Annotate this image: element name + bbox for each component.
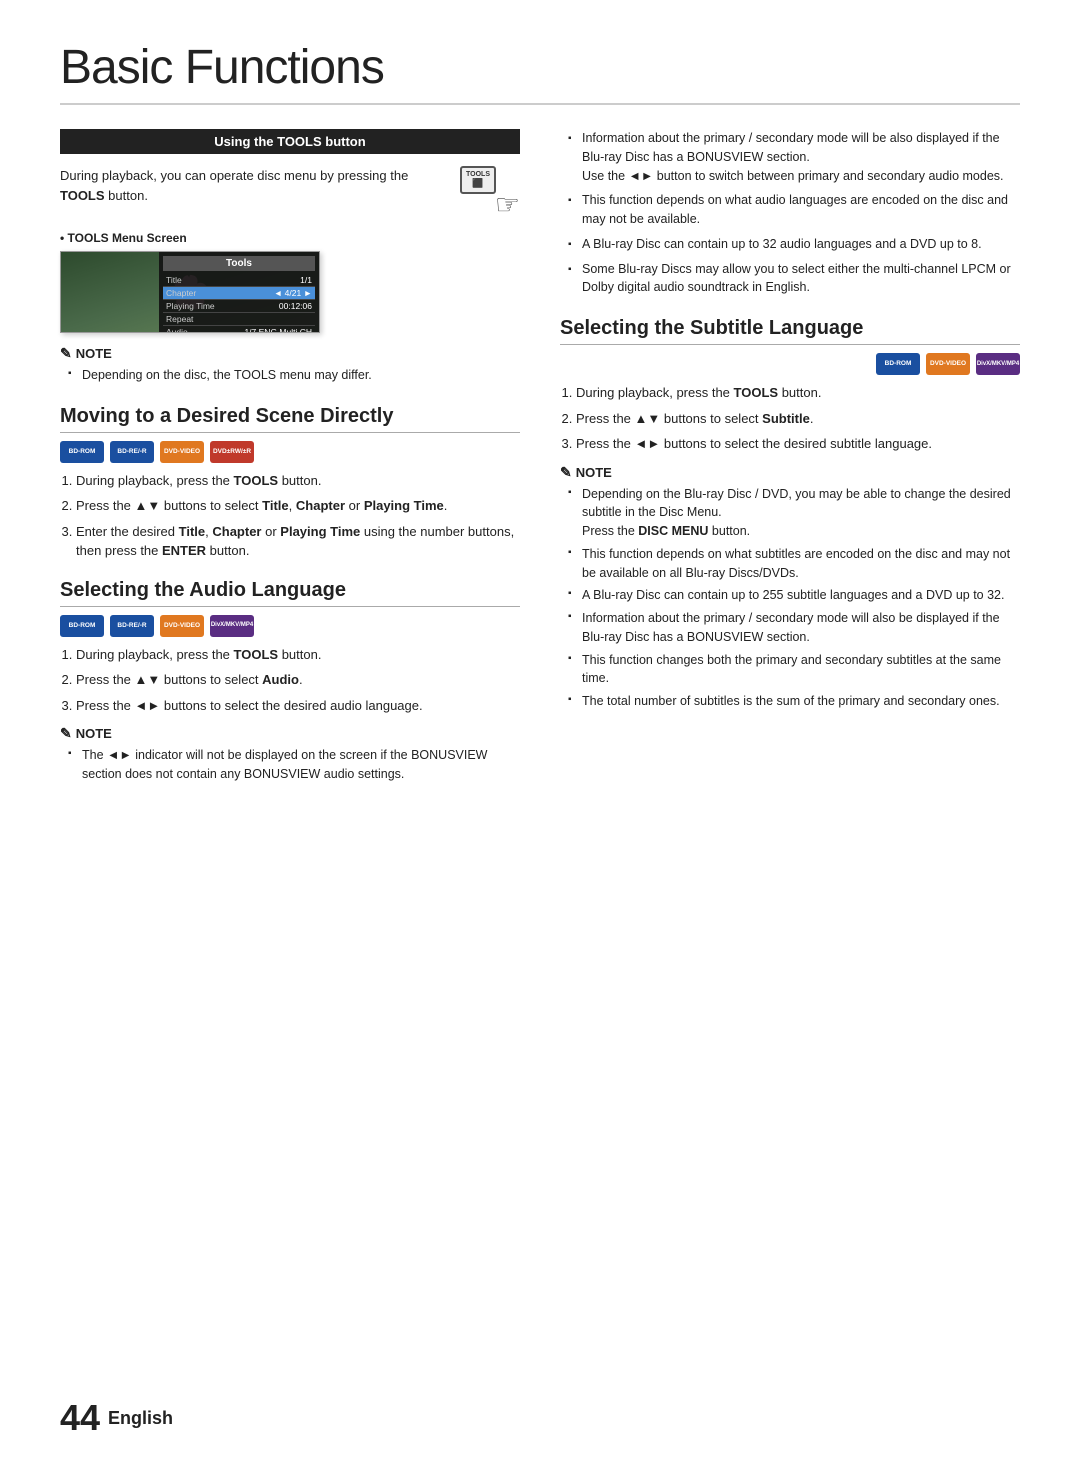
subtitle-disc-badges: BD-ROM DVD-VIDEO DivX/MKV/MP4	[560, 353, 1020, 375]
note3-list: Depending on the Blu-ray Disc / DVD, you…	[560, 485, 1020, 711]
tools-menu-label: • TOOLS Menu Screen	[60, 231, 520, 245]
pencil-icon-2: ✎	[60, 725, 72, 742]
tools-section-heading: Using the TOOLS button	[60, 129, 520, 154]
audio-steps: During playback, press the TOOLS button.…	[76, 645, 520, 716]
note3-item-6: The total number of subtitles is the sum…	[568, 692, 1020, 711]
audio-step-3: Press the ◄► buttons to select the desir…	[76, 696, 520, 716]
page-number-area: 44 English	[60, 1397, 173, 1439]
page-title: Basic Functions	[60, 40, 1020, 105]
note1-list: Depending on the disc, the TOOLS menu ma…	[60, 366, 520, 385]
audio-badge-divx: DivX/MKV/MP4	[210, 615, 254, 637]
page-number: 44	[60, 1397, 100, 1439]
subtitle-steps: During playback, press the TOOLS button.…	[576, 383, 1020, 454]
note2-list: The ◄► indicator will not be displayed o…	[60, 746, 520, 784]
subtitle-badge-bd-rom: BD-ROM	[876, 353, 920, 375]
note-audio: ✎ NOTE The ◄► indicator will not be disp…	[60, 725, 520, 784]
tools-menu-row-chapter: Chapter ◄ 4/21 ►	[163, 287, 315, 300]
moving-step-2: Press the ▲▼ buttons to select Title, Ch…	[76, 496, 520, 516]
note3-item-4: Information about the primary / secondar…	[568, 609, 1020, 647]
moving-section-title: Moving to a Desired Scene Directly	[60, 405, 520, 433]
moving-steps: During playback, press the TOOLS button.…	[76, 471, 520, 561]
audio-badge-bd-rom: BD-ROM	[60, 615, 104, 637]
right-column: Information about the primary / secondar…	[560, 129, 1020, 794]
subtitle-step-3: Press the ◄► buttons to select the desir…	[576, 434, 1020, 454]
tools-button-icon: TOOLS ⬛ ☞	[460, 166, 520, 221]
tools-menu-row-repeat: Repeat	[163, 313, 315, 326]
note1-header: ✎ NOTE	[60, 345, 520, 362]
tools-device-icon: TOOLS ⬛	[460, 166, 496, 194]
subtitle-step-1: During playback, press the TOOLS button.	[576, 383, 1020, 403]
tools-menu-row-title: Title 1/1	[163, 274, 315, 287]
tools-menu-background: 🌸 Tools Title 1/1 Chapter ◄ 4/21 ► Playi…	[61, 252, 319, 332]
tools-menu-overlay: Tools Title 1/1 Chapter ◄ 4/21 ► Playing…	[159, 252, 319, 333]
audio-disc-badges: BD-ROM BD-RE/-R DVD-VIDEO DivX/MKV/MP4	[60, 615, 520, 637]
audio-note-3: A Blu-ray Disc can contain up to 32 audi…	[568, 235, 1020, 254]
note3-item-5: This function changes both the primary a…	[568, 651, 1020, 689]
page-language: English	[108, 1408, 173, 1429]
note-tools-differ: ✎ NOTE Depending on the disc, the TOOLS …	[60, 345, 520, 385]
audio-note-4: Some Blu-ray Discs may allow you to sele…	[568, 260, 1020, 298]
subtitle-step-2: Press the ▲▼ buttons to select Subtitle.	[576, 409, 1020, 429]
audio-step-1: During playback, press the TOOLS button.	[76, 645, 520, 665]
badge-dvd-rw: DVD±RW/±R	[210, 441, 254, 463]
moving-step-1: During playback, press the TOOLS button.	[76, 471, 520, 491]
tools-menu-title: Tools	[163, 256, 315, 271]
tools-menu-screen: 🌸 Tools Title 1/1 Chapter ◄ 4/21 ► Playi…	[60, 251, 320, 333]
audio-badge-bd-rer: BD-RE/-R	[110, 615, 154, 637]
badge-bd-rer: BD-RE/-R	[110, 441, 154, 463]
note3-item-1: Depending on the Blu-ray Disc / DVD, you…	[568, 485, 1020, 541]
left-column: Using the TOOLS button During playback, …	[60, 129, 520, 794]
tools-menu-row-playtime: Playing Time 00:12:06	[163, 300, 315, 313]
note3-item-3: A Blu-ray Disc can contain up to 255 sub…	[568, 586, 1020, 605]
pencil-icon-3: ✎	[560, 464, 572, 481]
subtitle-badge-divx: DivX/MKV/MP4	[976, 353, 1020, 375]
pencil-icon: ✎	[60, 345, 72, 362]
audio-note-1: Information about the primary / secondar…	[568, 129, 1020, 185]
subtitle-badge-dvd-video: DVD-VIDEO	[926, 353, 970, 375]
audio-continuation-notes: Information about the primary / secondar…	[560, 129, 1020, 297]
note1-item-1: Depending on the disc, the TOOLS menu ma…	[68, 366, 520, 385]
note3-item-2: This function depends on what subtitles …	[568, 545, 1020, 583]
hand-cursor-icon: ☞	[495, 188, 520, 221]
audio-note-2: This function depends on what audio lang…	[568, 191, 1020, 229]
subtitle-section-title: Selecting the Subtitle Language	[560, 317, 1020, 345]
tools-intro-text: During playback, you can operate disc me…	[60, 166, 444, 205]
audio-badge-dvd-video: DVD-VIDEO	[160, 615, 204, 637]
tools-menu-row-audio: Audio 1/7 ENG Multi CH	[163, 326, 315, 333]
note-subtitle: ✎ NOTE Depending on the Blu-ray Disc / D…	[560, 464, 1020, 711]
moving-disc-badges: BD-ROM BD-RE/-R DVD-VIDEO DVD±RW/±R	[60, 441, 520, 463]
badge-dvd-video: DVD-VIDEO	[160, 441, 204, 463]
tools-intro: During playback, you can operate disc me…	[60, 166, 520, 221]
note3-header: ✎ NOTE	[560, 464, 1020, 481]
audio-step-2: Press the ▲▼ buttons to select Audio.	[76, 670, 520, 690]
moving-step-3: Enter the desired Title, Chapter or Play…	[76, 522, 520, 561]
badge-bd-rom: BD-ROM	[60, 441, 104, 463]
note2-header: ✎ NOTE	[60, 725, 520, 742]
audio-section-title: Selecting the Audio Language	[60, 579, 520, 607]
note2-item-1: The ◄► indicator will not be displayed o…	[68, 746, 520, 784]
